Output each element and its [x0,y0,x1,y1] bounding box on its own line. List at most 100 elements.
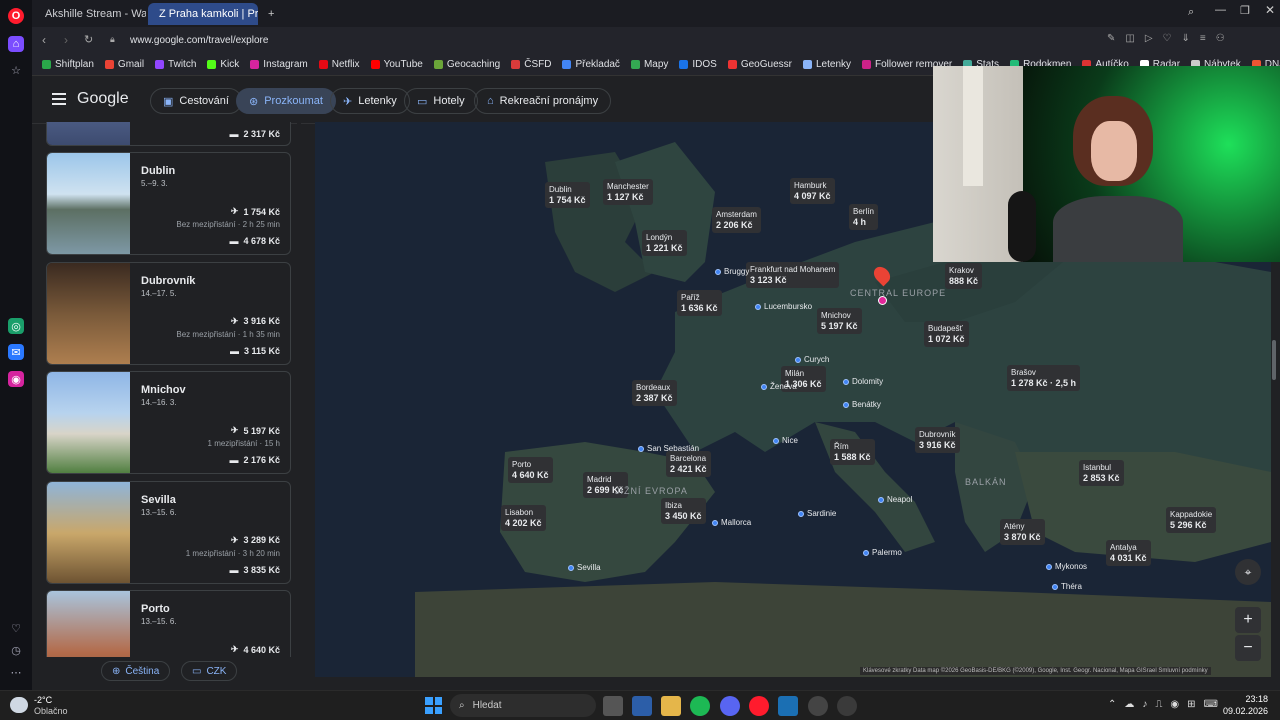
new-tab-button[interactable]: + [262,3,280,25]
map-price-label[interactable]: Atény 3 870 Kč [1000,519,1045,545]
map-price-label[interactable]: Dublin 1 754 Kč [545,182,590,208]
map-place[interactable]: Théra [1052,582,1082,591]
map-price-label[interactable]: Barcelona 2 421 Kč [666,451,711,477]
list-scrollbar[interactable] [297,122,301,657]
steam-app-icon[interactable] [778,696,798,716]
destination-card[interactable]: Dubrovník 14.–17. 5. ✈ 3 916 Kč Bez mezipř… [46,261,291,365]
bookmark-item[interactable]: Překladač [562,59,620,70]
bookmark-item[interactable]: IDOS [679,59,717,70]
map-price-label[interactable]: Brašov 1 278 Kč · 2,5 h [1007,365,1081,391]
windows-start-icon[interactable] [425,697,442,714]
google-logo[interactable]: Google [77,90,129,108]
maximize-icon[interactable]: ❐ [1240,4,1250,17]
zoom-in-button[interactable]: + [1235,607,1261,633]
destination-card[interactable]: Dublin 5.–9. 3. ✈ 1 754 Kč Bez mezipřistán… [46,152,291,255]
nav-explore[interactable]: ⊛ Prozkoumat [236,88,336,114]
explorer-icon[interactable] [661,696,681,716]
map-place[interactable]: Sardinie [798,509,836,518]
bookmark-item[interactable]: Instagram [250,59,308,70]
map-price-label[interactable]: Dubrovník 3 916 Kč [915,427,960,453]
destination-card[interactable]: ▬ 2 317 Kč [46,122,291,146]
tab-akshille[interactable]: Akshille Stream - Watch L [34,3,146,25]
opera-logo-icon[interactable]: O [8,8,24,24]
bookmark-item[interactable]: Twitch [155,59,196,70]
bookmark-item[interactable]: Netflix [318,59,360,70]
bookmark-item[interactable]: GeoGuessr [727,59,792,70]
chatgpt-icon[interactable]: ◎ [8,318,24,334]
weather-icon[interactable] [10,697,28,713]
star-icon[interactable]: ☆ [8,62,24,78]
map-place[interactable]: Neapol [878,495,912,504]
opera-taskbar-icon[interactable] [749,696,769,716]
map-place[interactable]: Ženeva [761,382,797,391]
map-price-label[interactable]: Frankfurt nad Mohanem 3 123 Kč [746,262,840,288]
more-icon[interactable]: ⋯ [8,664,24,680]
instagram-icon[interactable]: ◉ [8,371,24,387]
bookmark-item[interactable]: Gmail [104,59,144,70]
bookmark-item[interactable]: YouTube [370,59,423,70]
map-price-label[interactable]: Antalya 4 031 Kč [1106,540,1151,566]
destination-list[interactable]: ▬ 2 317 Kč Dublin 5.–9. 3. ✈ 1 754 Kč Bez m… [46,122,292,657]
map-place[interactable]: Benátky [843,400,881,409]
currency-button[interactable]: ▭ CZK [181,661,238,681]
locate-icon[interactable]: ⌖ [1235,559,1261,585]
menu-icon[interactable] [52,93,66,105]
destination-card[interactable]: Sevilla 13.–15. 6. ✈ 3 289 Kč 1 mezipřistá… [46,480,291,584]
map-place[interactable]: Dolomity [843,377,883,386]
nav-travel[interactable]: ▣ Cestování [150,88,242,114]
forward-icon[interactable]: › [64,33,68,47]
map-price-label[interactable]: Porto 4 640 Kč [508,457,553,483]
obs-icon[interactable] [808,696,828,716]
bookmark-item[interactable]: Geocaching [433,59,500,70]
map-price-label[interactable]: Istanbul 2 853 Kč [1079,460,1124,486]
bookmark-item[interactable]: Letenky [802,59,851,70]
map-place[interactable]: Palermo [863,548,902,557]
map-place[interactable]: Mykonos [1046,562,1087,571]
map-price-label[interactable]: Ibiza 3 450 Kč [661,498,706,524]
close-icon[interactable]: ✕ [1265,3,1275,17]
map-place[interactable]: Lucembursko [755,302,812,311]
discord-icon[interactable] [720,696,740,716]
toolbar-icons[interactable]: ✎◫▷♡⇓≡⚇ [1107,33,1235,44]
destination-card[interactable]: Mnichov 14.–16. 3. ✈ 5 197 Kč 1 mezipřistá… [46,371,291,474]
search-tabs-icon[interactable]: ⌕ [1188,6,1194,19]
reload-icon[interactable]: ↻ [84,33,93,46]
map-price-label[interactable]: Budapešť 1 072 Kč [924,321,969,347]
map-price-label[interactable]: Krakov 888 Kč [945,263,983,289]
map-price-label[interactable]: Bordeaux 2 387 Kč [632,380,677,406]
spotify-icon[interactable] [690,696,710,716]
map-price-label[interactable]: Paříž 1 636 Kč [677,290,722,316]
zoom-out-button[interactable]: − [1235,635,1261,661]
bookmark-item[interactable]: Shiftplan [42,59,94,70]
home-icon[interactable]: ⌂ [8,36,24,52]
app-icon[interactable] [837,696,857,716]
map-place[interactable]: Bruggy [715,267,749,276]
nav-flights[interactable]: ✈ Letenky [330,88,410,114]
bookmark-item[interactable]: ČSFD [511,59,551,70]
map-price-label[interactable]: Mnichov 5 197 Kč [817,308,862,334]
map-price-label[interactable]: Londýn 1 221 Kč [642,230,687,256]
map-place[interactable]: Mallorca [712,518,751,527]
map-place[interactable]: Curych [795,355,829,364]
bookmark-item[interactable]: Mapy [630,59,668,70]
history-icon[interactable]: ◷ [8,642,24,658]
map-place[interactable]: Sevilla [568,563,601,572]
back-icon[interactable]: ‹ [42,33,46,47]
map-price-label[interactable]: Amsterdam 2 206 Kč [712,207,761,233]
messenger-icon[interactable]: ✉ [8,344,24,360]
map-place[interactable]: San Sebastián [638,444,699,453]
minimize-icon[interactable]: — [1215,4,1226,16]
map-price-label[interactable]: Berlín 4 h [849,204,878,230]
url-field[interactable]: www.google.com/travel/explore [130,35,268,46]
nav-hotels[interactable]: ▭ Hotely [404,88,478,114]
bookmark-item[interactable]: Kick [207,59,239,70]
destination-card[interactable]: Porto 13.–15. 6. ✈ 4 640 Kč [46,590,291,657]
nav-vacation-rentals[interactable]: ⌂ Rekreační pronájmy [474,88,612,114]
map-price-label[interactable]: Kappadokie 5 296 Kč [1166,507,1217,533]
heart-icon[interactable]: ♡ [8,620,24,636]
task-view-icon[interactable] [603,696,623,716]
tab-google-explore[interactable]: Z Praha kamkoli | Prozkou [148,3,258,25]
page-scrollbar[interactable] [1272,340,1276,380]
map-price-label[interactable]: Lisabon 4 202 Kč [501,505,546,531]
map-price-label[interactable]: Manchester 1 127 Kč [603,179,653,205]
